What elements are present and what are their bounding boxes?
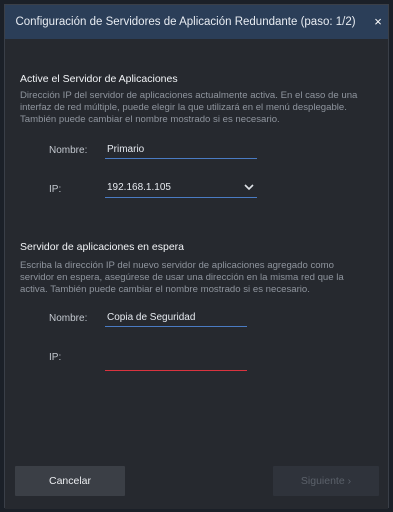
dialog-title: Configuración de Servidores de Aplicació… xyxy=(15,16,356,28)
standby-ip-input[interactable] xyxy=(105,353,247,371)
chevron-down-icon xyxy=(244,184,254,191)
active-name-label: Nombre: xyxy=(49,145,88,156)
dialog-titlebar: Configuración de Servidores de Aplicació… xyxy=(5,5,388,39)
standby-ip-label: IP: xyxy=(49,352,62,363)
active-ip-label: IP: xyxy=(49,184,62,195)
active-ip-select[interactable]: 192.168.1.105 xyxy=(105,180,257,198)
cancel-button[interactable]: Cancelar xyxy=(15,466,125,496)
standby-name-input[interactable] xyxy=(105,309,247,327)
dialog-content: Active el Servidor de Aplicaciones Direc… xyxy=(5,39,388,509)
active-name-input[interactable] xyxy=(105,141,257,159)
standby-server-heading: Servidor de aplicaciones en espera xyxy=(20,241,185,253)
standby-server-description: Escriba la dirección IP del nuevo servid… xyxy=(20,260,344,296)
active-server-description: Dirección IP del servidor de aplicacione… xyxy=(20,90,358,126)
next-button[interactable]: Siguiente › xyxy=(273,466,379,496)
active-ip-value: 192.168.1.105 xyxy=(107,182,171,193)
standby-name-label: Nombre: xyxy=(49,313,88,324)
close-icon[interactable]: × xyxy=(370,5,386,39)
active-server-heading: Active el Servidor de Aplicaciones xyxy=(20,73,178,85)
dialog: Configuración de Servidores de Aplicació… xyxy=(4,4,389,509)
